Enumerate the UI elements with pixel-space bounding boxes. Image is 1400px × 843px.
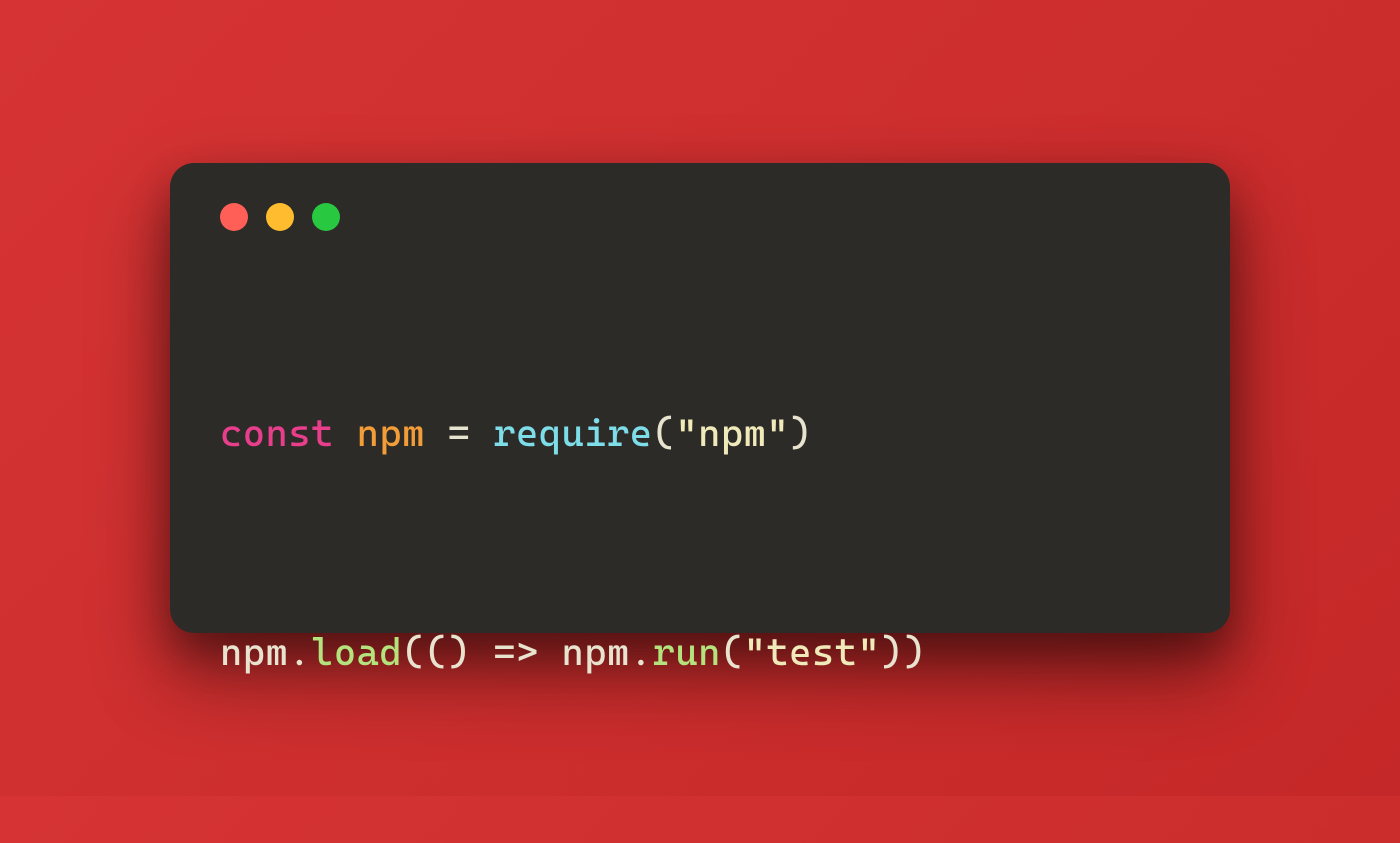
code-line-1: const npm = require("npm") <box>220 405 1180 462</box>
close-icon[interactable] <box>220 203 248 231</box>
minimize-icon[interactable] <box>266 203 294 231</box>
code-line-2: npm.load(() => npm.run("test")) <box>220 624 1180 681</box>
ident-npm: npm <box>220 630 288 674</box>
keyword-const: const <box>220 411 334 455</box>
method-run: run <box>653 630 721 674</box>
dot: . <box>630 630 653 674</box>
paren-close: ) <box>789 411 812 455</box>
var-npm: npm <box>357 411 425 455</box>
terminal-window: const npm = require("npm") npm.load(() =… <box>170 163 1230 633</box>
func-require: require <box>493 411 652 455</box>
ident-npm: npm <box>561 630 629 674</box>
op-equals: = <box>448 411 471 455</box>
window-controls <box>220 203 1180 231</box>
maximize-icon[interactable] <box>312 203 340 231</box>
string-npm: "npm" <box>675 411 789 455</box>
method-load: load <box>311 630 402 674</box>
dot: . <box>288 630 311 674</box>
paren-open: ( <box>402 630 425 674</box>
paren-open: ( <box>721 630 744 674</box>
string-test: "test" <box>744 630 881 674</box>
paren-open: ( <box>653 411 676 455</box>
arrow-op: => <box>493 630 539 674</box>
paren-close: ) <box>903 630 926 674</box>
arrow-params: () <box>425 630 471 674</box>
paren-close: ) <box>880 630 903 674</box>
code-content: const npm = require("npm") npm.load(() =… <box>220 291 1180 843</box>
